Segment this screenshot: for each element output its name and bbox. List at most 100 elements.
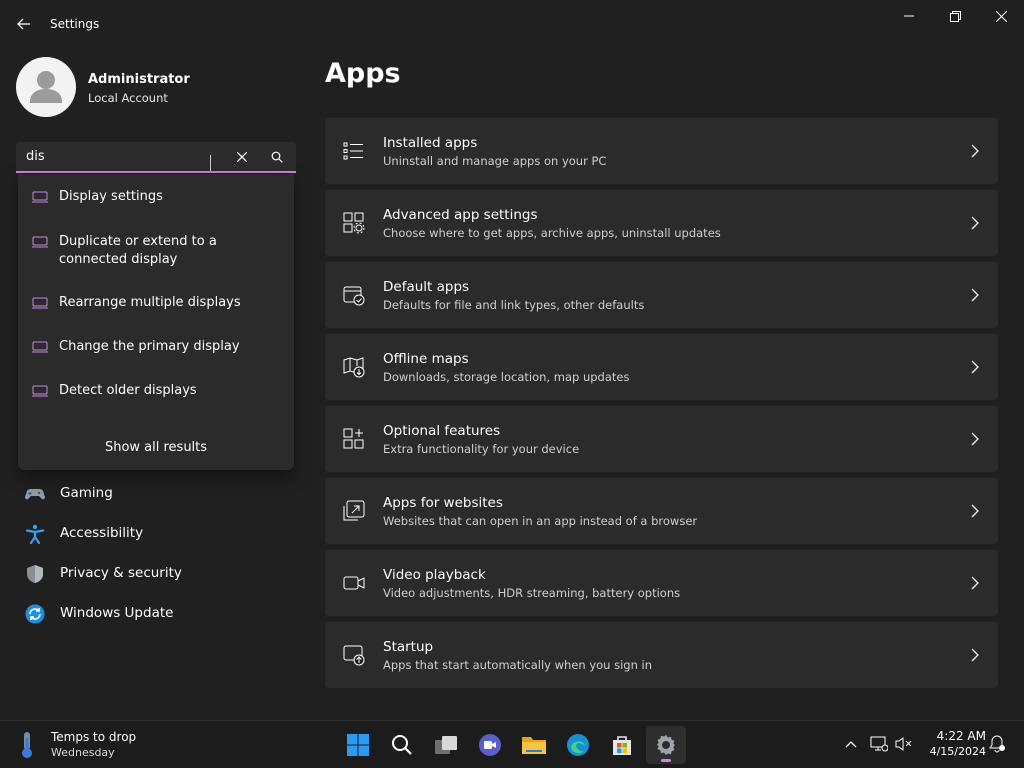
minimize-icon <box>904 15 914 17</box>
card-optional-features[interactable]: Optional features Extra functionality fo… <box>325 406 998 472</box>
restore-button[interactable] <box>932 0 978 32</box>
clear-search-button[interactable] <box>232 147 252 167</box>
map-icon <box>343 357 365 378</box>
video-icon <box>343 576 365 590</box>
card-subtitle: Downloads, storage location, map updates <box>383 370 630 384</box>
card-subtitle: Apps that start automatically when you s… <box>383 658 653 672</box>
card-installed-apps[interactable]: Installed apps Uninstall and manage apps… <box>325 118 998 184</box>
weather-subtitle: Wednesday <box>51 746 115 759</box>
taskbar: Temps to drop Wednesday 4:22 AM 4/15/202… <box>0 720 1024 768</box>
search-button[interactable] <box>267 147 287 167</box>
default-apps-icon <box>343 286 365 306</box>
page-title: Apps <box>325 58 401 89</box>
video-call-icon <box>479 734 501 756</box>
clock-time: 4:22 AM <box>936 729 986 743</box>
card-subtitle: Defaults for file and link types, other … <box>383 298 645 312</box>
title-bar: Settings <box>0 0 1024 48</box>
card-subtitle: Extra functionality for your device <box>383 442 580 456</box>
card-video-playback[interactable]: Video playback Video adjustments, HDR st… <box>325 550 998 616</box>
card-title: Optional features <box>383 423 501 439</box>
card-title: Apps for websites <box>383 495 503 511</box>
folder-icon <box>522 737 546 754</box>
chevron-right-icon <box>971 504 979 518</box>
chevron-up-icon <box>845 741 857 748</box>
sidebar-item-label: Windows Update <box>60 605 174 621</box>
suggestion-rearrange-displays[interactable]: Rearrange multiple displays <box>18 294 294 312</box>
chevron-right-icon <box>971 144 979 158</box>
taskbar-search-button[interactable] <box>382 726 422 764</box>
sidebar-item-label: Privacy & security <box>60 565 182 581</box>
card-title: Installed apps <box>383 135 478 151</box>
display-icon <box>32 191 48 203</box>
card-offline-maps[interactable]: Offline maps Downloads, storage location… <box>325 334 998 400</box>
network-icon <box>870 736 888 752</box>
card-title: Startup <box>383 639 434 655</box>
store-icon <box>613 736 631 755</box>
sidebar-item-privacy-security[interactable]: Privacy & security <box>16 556 296 592</box>
meet-button[interactable] <box>470 726 510 764</box>
volume-button[interactable] <box>893 733 915 755</box>
search-icon <box>271 151 283 163</box>
search-input[interactable]: dis <box>16 142 296 173</box>
thermometer-icon <box>22 732 32 758</box>
task-view-button[interactable] <box>426 726 466 764</box>
user-icon <box>30 71 62 103</box>
card-default-apps[interactable]: Default apps Defaults for file and link … <box>325 262 998 328</box>
avatar <box>16 57 76 117</box>
card-subtitle: Websites that can open in an app instead… <box>383 514 698 528</box>
chevron-right-icon <box>971 360 979 374</box>
display-icon <box>32 297 48 309</box>
display-icon <box>32 385 48 397</box>
open-in-app-icon <box>343 500 365 521</box>
chevron-right-icon <box>971 288 979 302</box>
close-button[interactable] <box>978 0 1024 32</box>
back-button[interactable] <box>10 10 38 38</box>
clock-date: 4/15/2024 <box>929 745 986 758</box>
window-title: Settings <box>50 17 100 31</box>
show-all-results-button[interactable]: Show all results <box>18 440 294 455</box>
card-title: Default apps <box>383 279 470 295</box>
edge-button[interactable] <box>558 726 598 764</box>
suggestion-detect-older-displays[interactable]: Detect older displays <box>18 382 294 400</box>
volume-muted-icon <box>895 737 912 751</box>
close-icon <box>995 10 1007 22</box>
search-icon <box>392 735 412 755</box>
start-button[interactable] <box>338 726 378 764</box>
edge-browser-icon <box>567 734 589 756</box>
store-button[interactable] <box>602 726 642 764</box>
card-advanced-app-settings[interactable]: Advanced app settings Choose where to ge… <box>325 190 998 256</box>
sidebar-item-label: Gaming <box>60 485 113 501</box>
card-subtitle: Uninstall and manage apps on your PC <box>383 154 607 168</box>
notifications-button[interactable] <box>986 733 1008 755</box>
network-status-button[interactable] <box>868 733 890 755</box>
suggestion-duplicate-extend[interactable]: Duplicate or extend to a connected displ… <box>18 233 294 269</box>
windows-update-icon <box>25 604 45 624</box>
back-arrow-icon <box>17 18 30 30</box>
gamepad-icon <box>25 489 45 500</box>
search-input-value: dis <box>26 149 45 164</box>
clock[interactable]: 4:22 AM 4/15/2024 <box>920 729 986 758</box>
chevron-right-icon <box>971 432 979 446</box>
sidebar-item-label: Accessibility <box>60 525 144 541</box>
suggestion-display-settings[interactable]: Display settings <box>18 188 294 206</box>
sidebar-item-windows-update[interactable]: Windows Update <box>16 596 296 632</box>
card-startup[interactable]: Startup Apps that start automatically wh… <box>325 622 998 688</box>
sidebar-item-gaming[interactable]: Gaming <box>16 476 296 512</box>
minimize-button[interactable] <box>886 0 932 32</box>
card-apps-for-websites[interactable]: Apps for websites Websites that can open… <box>325 478 998 544</box>
settings-app-button[interactable] <box>646 726 686 764</box>
file-explorer-button[interactable] <box>514 726 554 764</box>
suggestion-label: Detect older displays <box>59 383 197 398</box>
show-hidden-icons-button[interactable] <box>840 733 862 755</box>
sidebar-item-accessibility[interactable]: Accessibility <box>16 516 296 552</box>
weather-title: Temps to drop <box>51 730 137 744</box>
app-settings-icon <box>343 212 365 234</box>
task-view-icon <box>435 736 457 754</box>
search-suggestions: Display settings Duplicate or extend to … <box>18 174 294 470</box>
restore-icon <box>949 10 961 22</box>
suggestion-change-primary-display[interactable]: Change the primary display <box>18 338 294 356</box>
list-icon <box>343 142 363 160</box>
accessibility-icon <box>25 524 45 544</box>
chevron-right-icon <box>971 576 979 590</box>
profile-account-type: Local Account <box>88 91 168 105</box>
